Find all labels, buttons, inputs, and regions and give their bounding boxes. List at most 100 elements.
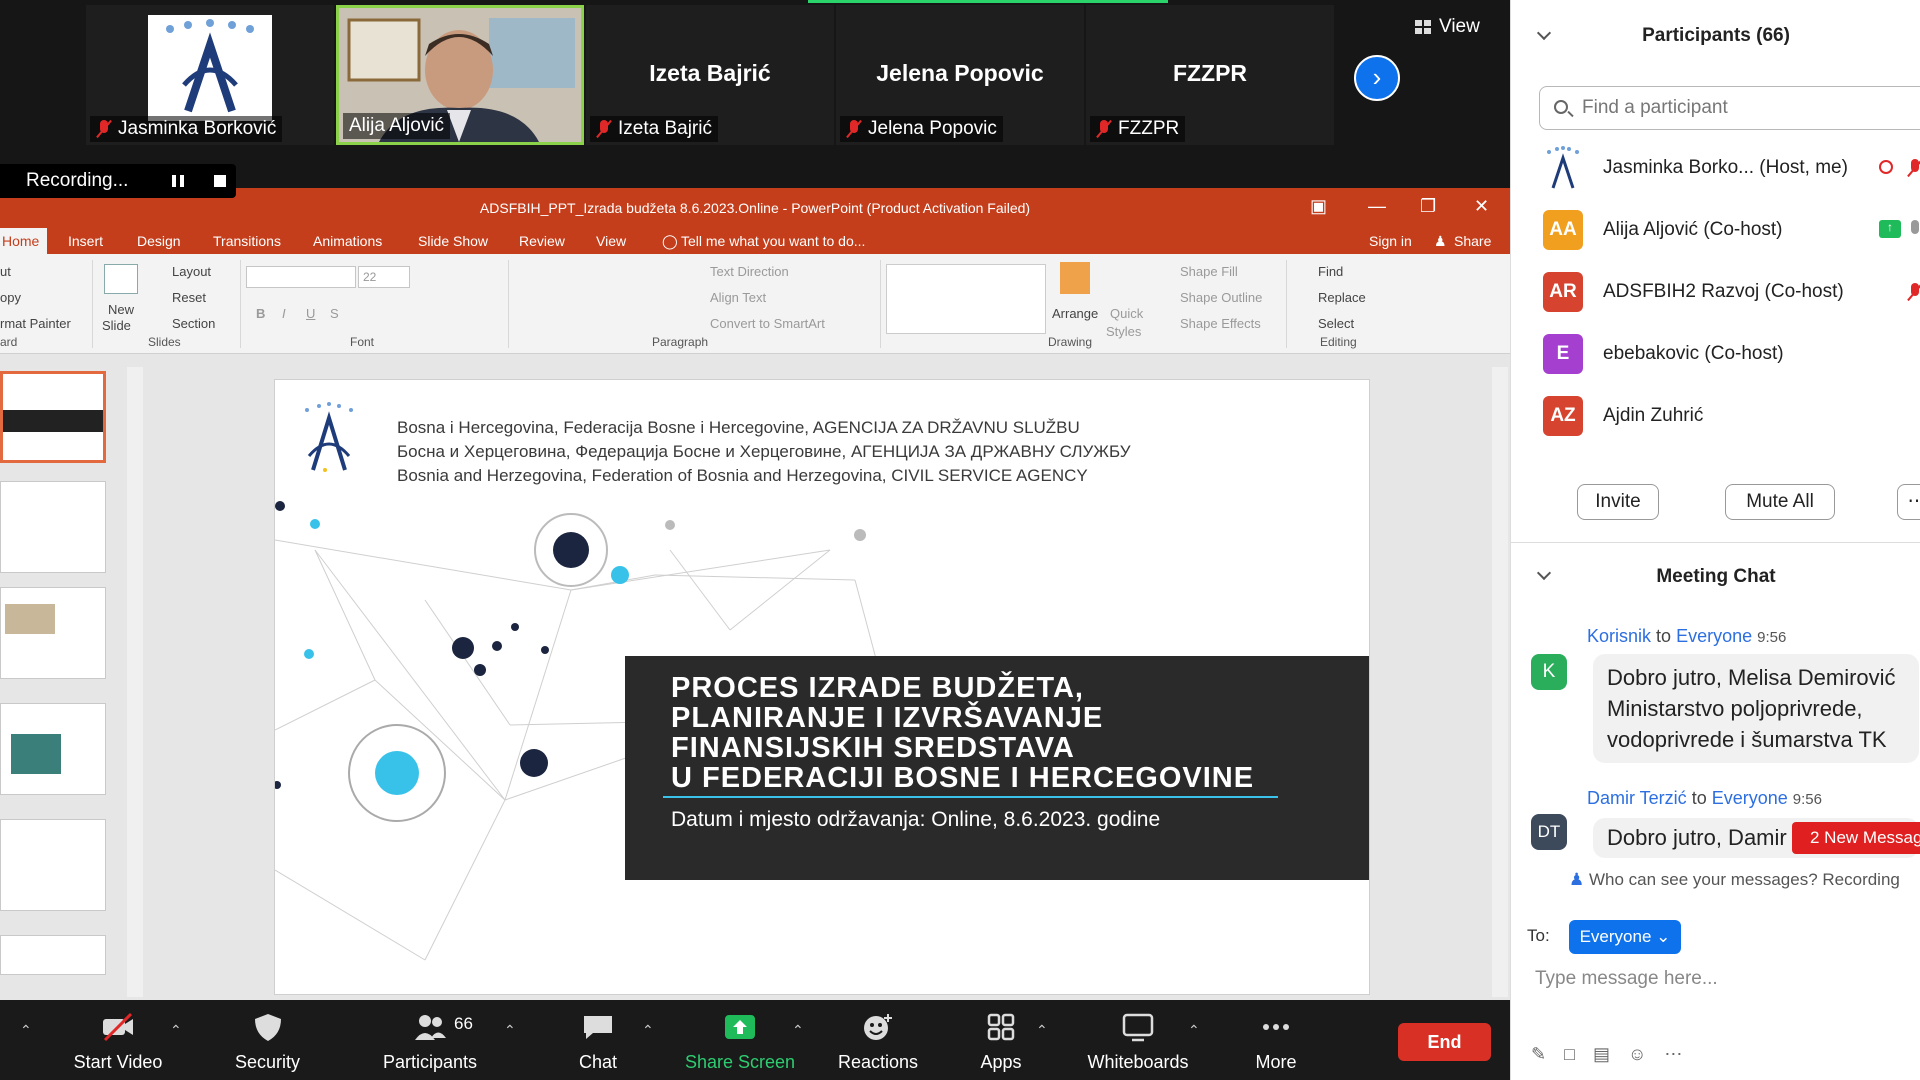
more-options-button[interactable]: ⋯ xyxy=(1897,484,1920,520)
share-caret-icon[interactable]: ⌃ xyxy=(792,1022,804,1039)
slide-thumbnail[interactable] xyxy=(0,935,106,975)
slide-thumbnail[interactable] xyxy=(0,819,106,911)
shape-outline-button[interactable]: Shape Outline xyxy=(1180,290,1262,305)
select-button[interactable]: Select xyxy=(1318,316,1354,331)
new-slide-button-line2[interactable]: Slide xyxy=(102,318,131,333)
file-icon[interactable]: ▤ xyxy=(1593,1044,1610,1065)
chat-button[interactable]: Chat xyxy=(560,1000,636,1080)
copy-button[interactable]: opy xyxy=(0,290,21,305)
mic-icon[interactable] xyxy=(1911,220,1919,234)
reset-button[interactable]: Reset xyxy=(172,290,206,305)
apps-caret-icon[interactable]: ⌃ xyxy=(1036,1022,1048,1039)
participant-row[interactable]: Jasminka Borko... (Host, me) xyxy=(1511,138,1920,198)
participant-row[interactable]: AZ Ajdin Zuhrić xyxy=(1511,386,1920,446)
participant-row[interactable]: AR ADSFBIH2 Razvoj (Co-host) xyxy=(1511,262,1920,322)
more-dots-icon[interactable]: ⋯ xyxy=(1664,1044,1682,1065)
font-name-field[interactable] xyxy=(246,266,356,288)
tab-animations[interactable]: Animations xyxy=(313,233,382,249)
participant-row[interactable]: E ebebakovic (Co-host) xyxy=(1511,324,1920,384)
participants-caret-icon[interactable]: ⌃ xyxy=(504,1022,516,1039)
format-painter-button[interactable]: rmat Painter xyxy=(0,316,71,331)
share-link[interactable]: Share xyxy=(1454,233,1491,249)
find-participant-input[interactable]: Find a participant xyxy=(1539,86,1920,130)
shadow-button[interactable]: S xyxy=(330,306,339,321)
next-page-arrow-icon[interactable]: › xyxy=(1354,55,1400,101)
video-tile-jasminka[interactable]: Jasminka Borković xyxy=(86,5,334,145)
chat-caret-icon[interactable]: ⌃ xyxy=(642,1022,654,1039)
align-text-button[interactable]: Align Text xyxy=(710,290,766,305)
slide-scrollbar[interactable] xyxy=(1492,367,1508,997)
tab-review[interactable]: Review xyxy=(519,233,565,249)
shape-fill-button[interactable]: Shape Fill xyxy=(1180,264,1238,279)
slide-thumbnail[interactable] xyxy=(0,371,106,463)
bold-button[interactable]: B xyxy=(256,306,265,321)
mic-muted-icon[interactable] xyxy=(1907,158,1920,178)
new-slide-button[interactable]: New xyxy=(108,302,134,317)
mic-muted-icon[interactable] xyxy=(1907,282,1920,302)
quick-styles-button-line2[interactable]: Styles xyxy=(1106,324,1141,339)
screenshot-icon[interactable]: □ xyxy=(1564,1044,1575,1065)
recipient-dropdown[interactable]: Everyone ⌄ xyxy=(1569,920,1681,954)
more-button[interactable]: More xyxy=(1236,1000,1316,1080)
tab-home[interactable]: Home xyxy=(0,228,48,254)
tile-name-label: FZZPR xyxy=(1090,116,1186,142)
layout-button[interactable]: Layout xyxy=(172,264,211,279)
underline-button[interactable]: U xyxy=(306,306,315,321)
new-messages-badge[interactable]: 2 New Messages xyxy=(1792,822,1920,854)
italic-button[interactable]: I xyxy=(282,306,286,321)
video-options-caret-icon[interactable]: ⌃ xyxy=(170,1022,182,1039)
tab-design[interactable]: Design xyxy=(137,233,181,249)
share-screen-button[interactable]: Share Screen xyxy=(680,1000,800,1080)
video-tile-fzzpr[interactable]: FZZPR FZZPR xyxy=(1086,5,1334,145)
chat-message-input[interactable]: Type message here... xyxy=(1535,968,1915,1000)
stop-recording-icon[interactable] xyxy=(214,175,226,187)
convert-smartart-button[interactable]: Convert to SmartArt xyxy=(710,316,825,331)
whiteboards-caret-icon[interactable]: ⌃ xyxy=(1188,1022,1200,1039)
section-button[interactable]: Section xyxy=(172,316,215,331)
mute-all-button[interactable]: Mute All xyxy=(1725,484,1835,520)
shape-effects-button[interactable]: Shape Effects xyxy=(1180,316,1261,331)
shapes-gallery[interactable] xyxy=(886,264,1046,334)
chat-sender: Damir Terzić xyxy=(1587,788,1687,808)
tab-insert[interactable]: Insert xyxy=(68,233,103,249)
ribbon-display-icon[interactable]: ▣ xyxy=(1310,196,1327,217)
replace-button[interactable]: Replace xyxy=(1318,290,1366,305)
arrange-button[interactable]: Arrange xyxy=(1052,306,1098,321)
cut-button[interactable]: ut xyxy=(0,264,11,279)
start-video-button[interactable]: Start Video xyxy=(62,1000,174,1080)
text-direction-button[interactable]: Text Direction xyxy=(710,264,789,279)
tab-slide-show[interactable]: Slide Show xyxy=(418,233,488,249)
audio-options-caret-icon[interactable]: ⌃ xyxy=(20,1022,32,1039)
tab-transitions[interactable]: Transitions xyxy=(213,233,281,249)
participant-row[interactable]: AA Alija Aljović (Co-host) ↑ xyxy=(1511,200,1920,260)
security-button[interactable]: Security xyxy=(220,1000,315,1080)
sign-in-link[interactable]: Sign in xyxy=(1369,233,1412,249)
view-button[interactable]: View xyxy=(1415,16,1480,38)
find-button[interactable]: Find xyxy=(1318,264,1343,279)
video-tile-jelena[interactable]: Jelena Popovic Jelena Popovic xyxy=(836,5,1084,145)
quick-styles-button[interactable]: Quick xyxy=(1110,306,1143,321)
end-meeting-button[interactable]: End xyxy=(1398,1023,1491,1061)
tab-view[interactable]: View xyxy=(596,233,626,249)
avatar: AR xyxy=(1543,272,1583,312)
video-tile-izeta[interactable]: Izeta Bajrić Izeta Bajrić xyxy=(586,5,834,145)
slide-thumbnail[interactable] xyxy=(0,481,106,573)
slide-thumbnail[interactable] xyxy=(0,587,106,679)
emoji-icon[interactable]: ☺ xyxy=(1628,1044,1646,1065)
pause-recording-icon[interactable] xyxy=(172,175,184,187)
slide-thumbnail[interactable] xyxy=(0,703,106,795)
reactions-button[interactable]: Reactions xyxy=(828,1000,928,1080)
apps-button[interactable]: Apps xyxy=(966,1000,1036,1080)
close-icon[interactable]: ✕ xyxy=(1474,196,1489,217)
participants-button[interactable]: 66 Participants xyxy=(370,1000,490,1080)
format-text-icon[interactable]: ✎ xyxy=(1531,1044,1546,1065)
minimize-icon[interactable]: — xyxy=(1368,196,1386,217)
font-size-field[interactable]: 22 xyxy=(358,266,410,288)
whiteboards-button[interactable]: Whiteboards xyxy=(1078,1000,1198,1080)
invite-button[interactable]: Invite xyxy=(1577,484,1659,520)
thumbnail-scrollbar[interactable] xyxy=(127,367,143,997)
video-tile-alija[interactable]: Alija Aljović xyxy=(336,5,584,145)
message-visibility-note[interactable]: ♟ Who can see your messages? Recording xyxy=(1569,870,1900,890)
restore-icon[interactable]: ❐ xyxy=(1420,196,1436,217)
tell-me-search[interactable]: Tell me what you want to do... xyxy=(681,233,865,249)
